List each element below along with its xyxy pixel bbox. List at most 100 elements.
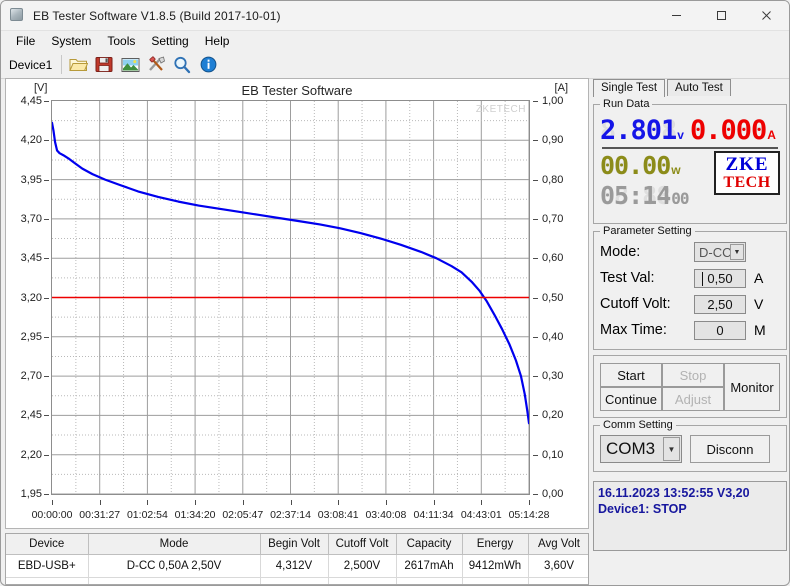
plot-area[interactable]: ZKETECH xyxy=(51,100,530,495)
param-label-test-val: Test Val: xyxy=(600,270,655,286)
y-axis-left-labels: 4,45 4,20 3,95 3,70 3,45 3,20 2,95 2,70 2,45 2,20… xyxy=(6,79,49,517)
chevron-down-icon[interactable]: ▼ xyxy=(730,244,744,260)
picture-icon[interactable] xyxy=(118,53,142,76)
voltage-unit: v xyxy=(677,128,684,142)
continue-button[interactable]: Continue xyxy=(600,387,662,411)
menu-bar: File System Tools Setting Help xyxy=(1,31,789,51)
current-value: 0.000 xyxy=(689,115,767,146)
x-axis-tick-label: 00:00:00 xyxy=(31,509,73,521)
button-column-1: Start Continue xyxy=(600,363,662,411)
x-axis-tick-label: 04:11:34 xyxy=(413,509,454,521)
menu-help[interactable]: Help xyxy=(197,33,238,50)
stop-button: Stop xyxy=(662,363,724,387)
run-data-row-3: 88:88 05:14 88 00 xyxy=(600,181,714,210)
y2-axis-tick xyxy=(533,258,538,260)
x-axis-tick xyxy=(481,500,483,505)
run-data-legend: Run Data xyxy=(600,98,653,110)
start-button[interactable]: Start xyxy=(600,363,662,387)
status-log[interactable]: 16.11.2023 13:52:55 V3,20 Device1: STOP xyxy=(593,481,787,551)
close-icon[interactable] xyxy=(744,1,789,30)
test-tabs: Single Test Auto Test xyxy=(593,78,787,97)
cutoff-volt-value: 2,50 xyxy=(707,296,733,312)
y2-axis-tick xyxy=(533,101,538,102)
y2-axis-tick-label: 0,00 xyxy=(542,488,564,500)
cutoff-volt-unit: V xyxy=(754,296,764,312)
info-icon[interactable] xyxy=(196,53,220,76)
x-axis-tick-label: 02:05:47 xyxy=(222,509,264,521)
x-axis-tick-label: 00:31:27 xyxy=(79,509,121,521)
results-table[interactable]: Device Mode Begin Volt Cutoff Volt Capac… xyxy=(5,533,589,585)
run-data-group: Run Data 8.888 2.801 v 8.888 0.000 A 88.… xyxy=(593,98,787,224)
y2-axis-tick-label: 0,40 xyxy=(542,330,564,343)
menu-tools[interactable]: Tools xyxy=(99,33,143,50)
x-axis-tick-label: 03:40:08 xyxy=(365,509,407,521)
menu-setting[interactable]: Setting xyxy=(143,33,196,50)
y2-axis-tick xyxy=(533,297,538,299)
tools-icon[interactable] xyxy=(144,53,168,76)
test-val-input[interactable]: 0,50 xyxy=(694,268,746,288)
menu-system[interactable]: System xyxy=(43,33,99,50)
test-val-value: 0,50 xyxy=(707,270,733,286)
open-folder-icon[interactable] xyxy=(66,53,90,76)
log-line: Device1: STOP xyxy=(598,502,687,516)
chevron-down-icon[interactable]: ▼ xyxy=(663,437,680,461)
window-controls xyxy=(654,1,789,30)
current-display: 8.888 0.000 xyxy=(689,115,767,146)
window-title: EB Tester Software V1.8.5 (Build 2017-10… xyxy=(33,8,281,23)
test-val-unit: A xyxy=(754,270,764,286)
y-axis-tick-label: 4,45 xyxy=(20,95,42,107)
y-axis-tick-label: 3,95 xyxy=(20,173,42,186)
param-label-max-time: Max Time: xyxy=(600,322,667,338)
max-time-input[interactable]: 0 xyxy=(694,320,746,340)
current-unit: A xyxy=(767,128,776,142)
title-bar: EB Tester Software V1.8.5 (Build 2017-10… xyxy=(1,1,789,31)
y2-axis-tick xyxy=(533,140,538,142)
maximize-icon[interactable] xyxy=(699,1,744,30)
y-axis-tick-label: 3,70 xyxy=(20,212,42,225)
tab-single-test[interactable]: Single Test xyxy=(593,79,666,97)
y2-axis-tick xyxy=(533,454,538,456)
table-row[interactable]: EBD-USB+ D-CC 0,50A 2,50V 4,312V 2,500V … xyxy=(6,554,588,578)
col-cutoff-volt: Cutoff Volt xyxy=(328,534,397,555)
zoom-magnifier-icon[interactable] xyxy=(170,53,194,76)
control-buttons: Start Continue Stop Adjust Monitor xyxy=(600,363,780,411)
x-axis-tick xyxy=(529,500,530,505)
toolbar-device-label: Device1 xyxy=(9,57,53,72)
run-data-row-1: 8.888 2.801 v 8.888 0.000 A xyxy=(600,115,780,146)
com-port-select[interactable]: COM3 ▼ xyxy=(600,435,682,463)
mode-select[interactable]: D-CC ▼ xyxy=(694,242,746,262)
x-axis-tick xyxy=(242,500,244,505)
param-row-max-time: Max Time: 0 M xyxy=(600,317,780,343)
tab-auto-test[interactable]: Auto Test xyxy=(667,79,731,96)
mode-select-value: D-CC xyxy=(699,244,732,260)
x-axis-tick xyxy=(195,500,197,505)
param-label-cutoff-volt: Cutoff Volt: xyxy=(600,296,671,312)
time-seconds-value: 00 xyxy=(671,189,689,208)
cutoff-volt-input[interactable]: 2,50 xyxy=(694,294,746,314)
x-axis-tick xyxy=(99,500,101,505)
zke-tech-logo: ZKE TECH xyxy=(714,151,780,195)
menu-file[interactable]: File xyxy=(8,33,43,50)
max-time-unit: M xyxy=(754,322,766,338)
save-floppy-icon[interactable] xyxy=(92,53,116,76)
y-axis-tick-label: 2,95 xyxy=(20,330,42,343)
max-time-value: 0 xyxy=(716,322,724,338)
monitor-button[interactable]: Monitor xyxy=(724,363,780,411)
cell-device: EBD-USB+ xyxy=(6,554,89,578)
power-unit: w xyxy=(671,163,681,177)
y-axis-tick-label: 3,20 xyxy=(20,291,42,304)
table-row[interactable] xyxy=(6,577,588,584)
power-display: 88.88 00.00 xyxy=(600,151,671,180)
cell-begin-volt: 4,312V xyxy=(260,554,329,578)
y-axis-tick xyxy=(44,494,49,495)
param-row-mode: Mode: D-CC ▼ xyxy=(600,239,780,265)
cell-capacity: 2617mAh xyxy=(396,554,463,578)
parameter-setting-group: Parameter Setting Mode: D-CC ▼ Test Val:… xyxy=(593,225,787,350)
comm-setting-legend: Comm Setting xyxy=(600,419,676,431)
chart-title: EB Tester Software xyxy=(241,83,353,98)
disconnect-button[interactable]: Disconn xyxy=(690,435,770,463)
y2-axis-tick xyxy=(533,415,538,417)
x-axis-tick xyxy=(147,500,149,505)
minimize-icon[interactable] xyxy=(654,1,699,30)
x-axis-tick xyxy=(290,500,292,505)
